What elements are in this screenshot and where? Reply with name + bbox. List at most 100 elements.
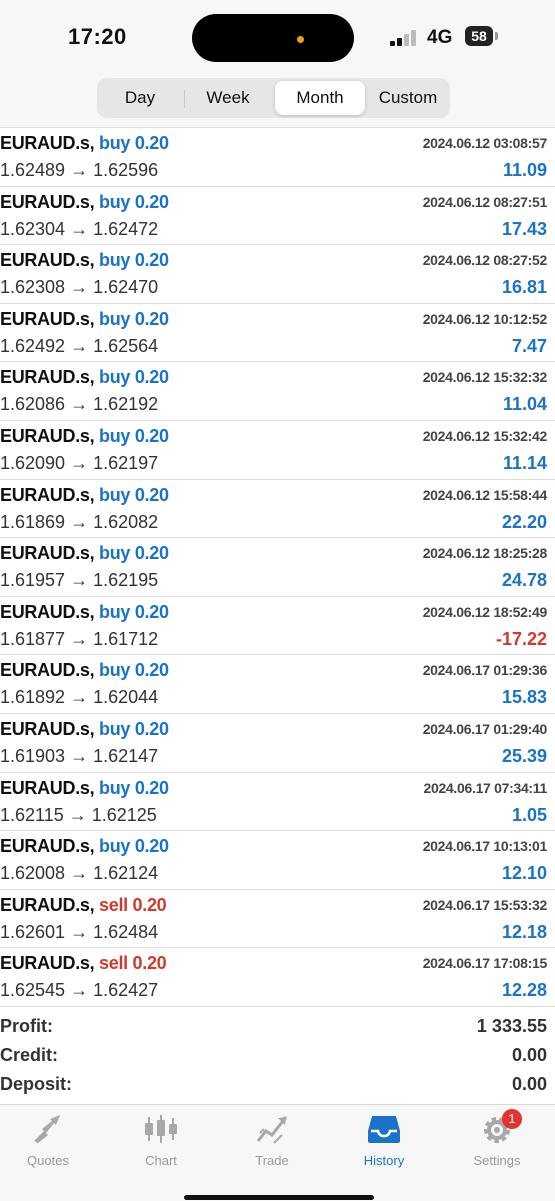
notification-badge: 1 <box>502 1109 522 1129</box>
deal-symbol-line: EURAUD.s, buy 0.20 <box>0 133 169 154</box>
deal-profit: 12.28 <box>501 980 547 1001</box>
deal-row[interactable]: EURAUD.s, buy 0.20 1.62008 → 1.62124 202… <box>0 831 555 890</box>
deal-row[interactable]: EURAUD.s, sell 0.20 1.62545 → 1.62427 20… <box>0 948 555 1007</box>
deal-prices: 1.61869 → 1.62082 <box>0 511 159 532</box>
privacy-indicator-dot <box>297 36 304 43</box>
tab-day[interactable]: Day <box>100 81 180 115</box>
deal-symbol-line: EURAUD.s, buy 0.20 <box>0 836 169 857</box>
deal-row[interactable]: EURAUD.s, buy 0.20 1.61869 → 1.62082 202… <box>0 480 555 539</box>
summary-row-profit: Profit: 1 333.55 <box>0 1014 555 1043</box>
deal-profit: 24.78 <box>501 570 547 591</box>
tab-chart[interactable]: Chart <box>116 1113 206 1179</box>
deal-side: buy 0.20 <box>99 601 169 622</box>
inbox-history-icon <box>368 1116 400 1143</box>
deal-side: sell 0.20 <box>99 894 167 915</box>
deal-datetime: 2024.06.17 01:29:40 <box>422 720 548 737</box>
deal-profit: 11.04 <box>502 394 547 415</box>
deal-datetime: 2024.06.12 10:12:52 <box>422 310 548 327</box>
deal-row[interactable]: EURAUD.s, buy 0.20 1.62086 → 1.62192 202… <box>0 362 555 421</box>
deal-symbol: EURAUD.s, <box>0 601 95 622</box>
deal-symbol: EURAUD.s, <box>0 836 95 857</box>
summary-row-credit: Credit: 0.00 <box>0 1043 555 1072</box>
deal-prices: 1.62489 → 1.62596 <box>0 160 159 180</box>
deal-side: buy 0.20 <box>99 777 169 798</box>
deal-side: buy 0.20 <box>99 425 169 446</box>
deal-symbol: EURAUD.s, <box>0 425 95 446</box>
deal-row[interactable]: EURAUD.s, buy 0.20 1.62304 → 1.62472 202… <box>0 187 555 246</box>
deal-datetime: 2024.06.12 18:52:49 <box>422 603 548 620</box>
deal-side: buy 0.20 <box>99 718 169 739</box>
deal-symbol-line: EURAUD.s, buy 0.20 <box>0 309 169 330</box>
deal-prices: 1.61957 → 1.62195 <box>0 570 159 591</box>
deal-datetime: 2024.06.17 17:08:15 <box>422 955 548 972</box>
deal-symbol-line: EURAUD.s, buy 0.20 <box>0 543 169 564</box>
tab-month[interactable]: Month <box>275 81 365 115</box>
deal-symbol-line: EURAUD.s, buy 0.20 <box>0 485 169 506</box>
deal-symbol-line: EURAUD.s, buy 0.20 <box>0 367 169 388</box>
deal-symbol: EURAUD.s, <box>0 250 95 271</box>
deal-row[interactable]: EURAUD.s, buy 0.20 1.61903 → 1.62147 202… <box>0 714 555 773</box>
history-summary: Profit: 1 333.55 Credit: 0.00 Deposit: 0… <box>0 1014 555 1101</box>
deal-row[interactable]: EURAUD.s, buy 0.20 1.62489 → 1.62596 202… <box>0 128 555 187</box>
segment-divider <box>184 90 185 108</box>
deal-row[interactable]: EURAUD.s, buy 0.20 1.62308 → 1.62470 202… <box>0 245 555 304</box>
battery-icon: 58 <box>465 26 493 46</box>
deal-profit: 11.14 <box>502 452 547 473</box>
deal-prices: 1.61877 → 1.61712 <box>0 628 159 649</box>
summary-label: Deposit: <box>0 1074 72 1094</box>
deal-prices: 1.61903 → 1.62147 <box>0 745 159 766</box>
deal-prices: 1.62492 → 1.62564 <box>0 335 159 356</box>
deal-prices: 1.62086 → 1.62192 <box>0 394 159 415</box>
trade-icon <box>256 1116 288 1144</box>
deal-row[interactable]: EURAUD.s, buy 0.20 1.62492 → 1.62564 202… <box>0 304 555 363</box>
deal-symbol-line: EURAUD.s, buy 0.20 <box>0 660 169 681</box>
deal-prices: 1.62008 → 1.62124 <box>0 863 159 884</box>
deal-prices: 1.62090 → 1.62197 <box>0 452 159 473</box>
deal-datetime: 2024.06.17 15:53:32 <box>422 896 548 913</box>
deal-datetime: 2024.06.17 07:34:11 <box>423 779 547 796</box>
deal-profit: 1.05 <box>511 804 547 825</box>
bottom-tab-bar: Quotes Chart Trade History 1 Settings <box>0 1104 555 1201</box>
deal-row[interactable]: EURAUD.s, buy 0.20 1.61877 → 1.61712 202… <box>0 597 555 656</box>
deal-profit: 22.20 <box>501 511 547 532</box>
deal-row[interactable]: EURAUD.s, sell 0.20 1.62601 → 1.62484 20… <box>0 890 555 949</box>
deal-symbol-line: EURAUD.s, buy 0.20 <box>0 778 169 799</box>
deal-datetime: 2024.06.12 08:27:51 <box>422 193 548 210</box>
deal-side: buy 0.20 <box>99 367 169 388</box>
home-indicator <box>184 1195 374 1200</box>
tab-history[interactable]: History <box>339 1113 429 1179</box>
tab-label: Settings <box>473 1153 521 1168</box>
tab-label: Trade <box>255 1153 289 1168</box>
deal-datetime: 2024.06.17 01:29:36 <box>422 662 548 679</box>
deal-datetime: 2024.06.12 18:25:28 <box>422 545 548 562</box>
tab-label: Quotes <box>27 1153 69 1168</box>
deal-profit: 12.10 <box>501 863 547 884</box>
deal-symbol-line: EURAUD.s, buy 0.20 <box>0 192 169 213</box>
tab-settings[interactable]: 1 Settings <box>452 1109 542 1179</box>
deal-datetime: 2024.06.12 15:32:32 <box>422 369 548 386</box>
deal-symbol: EURAUD.s, <box>0 718 95 739</box>
tab-quotes[interactable]: Quotes <box>3 1113 93 1179</box>
deal-symbol-line: EURAUD.s, sell 0.20 <box>0 894 167 916</box>
tab-trade[interactable]: Trade <box>227 1113 317 1179</box>
tab-week[interactable]: Week <box>187 81 269 115</box>
deal-row[interactable]: EURAUD.s, buy 0.20 1.62115 → 1.62125 202… <box>0 773 555 832</box>
deal-symbol-line: EURAUD.s, sell 0.20 <box>0 953 167 974</box>
deal-row[interactable]: EURAUD.s, buy 0.20 1.61892 → 1.62044 202… <box>0 655 555 714</box>
network-type: 4G <box>427 27 453 48</box>
deal-symbol: EURAUD.s, <box>0 543 95 564</box>
deal-profit: 11.09 <box>502 160 547 180</box>
period-bar: Day Week Month Custom <box>0 75 555 128</box>
deal-profit: 7.47 <box>511 335 547 356</box>
deal-symbol: EURAUD.s, <box>0 660 95 681</box>
deal-symbol: EURAUD.s, <box>0 191 95 212</box>
summary-label: Profit: <box>0 1016 53 1036</box>
deal-row[interactable]: EURAUD.s, buy 0.20 1.62090 → 1.62197 202… <box>0 421 555 480</box>
deal-datetime: 2024.06.17 10:13:01 <box>422 838 548 855</box>
tab-custom[interactable]: Custom <box>369 81 447 115</box>
quotes-icon <box>34 1115 60 1143</box>
deal-row[interactable]: EURAUD.s, buy 0.20 1.61957 → 1.62195 202… <box>0 538 555 597</box>
deal-symbol: EURAUD.s, <box>0 133 95 153</box>
deal-symbol: EURAUD.s, <box>0 777 95 798</box>
deal-prices: 1.61892 → 1.62044 <box>0 687 159 708</box>
